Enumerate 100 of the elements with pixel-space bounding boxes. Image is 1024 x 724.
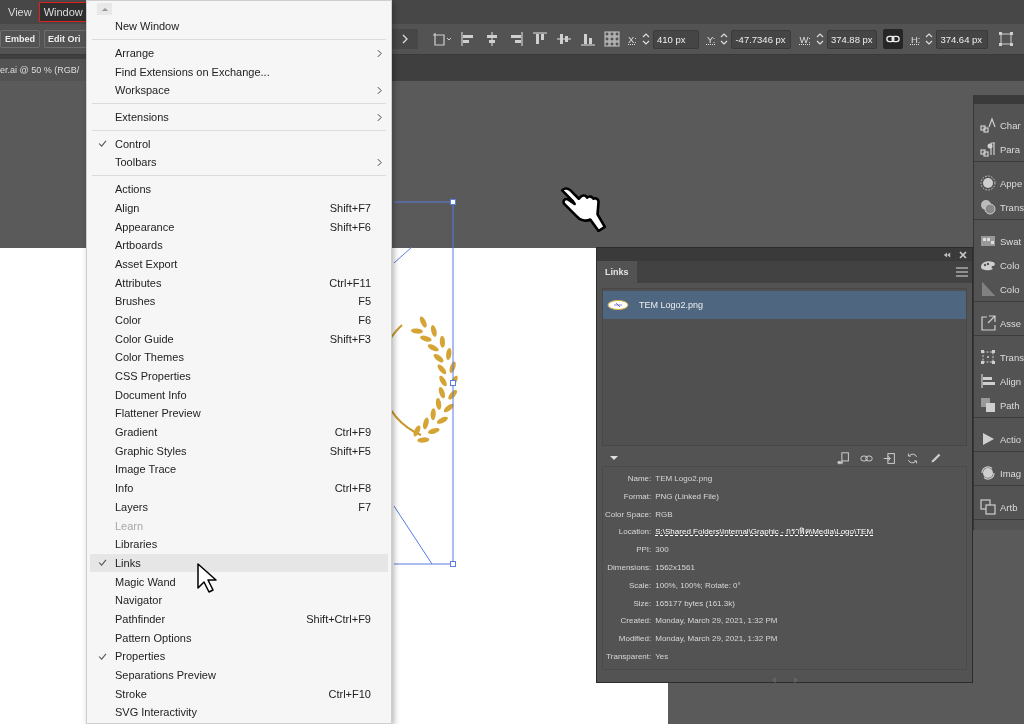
transform-box-icon bbox=[980, 349, 996, 365]
refresh-icon[interactable] bbox=[906, 451, 919, 465]
menu-item[interactable]: Info Ctrl+F8 bbox=[90, 478, 388, 498]
menu-item[interactable]: Image Trace bbox=[90, 460, 388, 479]
menu-item[interactable]: Align Shift+F7 bbox=[90, 198, 388, 218]
number-field[interactable]: 374.64 px bbox=[936, 29, 989, 49]
menu-item[interactable]: Color Guide Shift+F3 bbox=[90, 329, 388, 348]
menu-item[interactable]: Separations Preview bbox=[90, 665, 388, 685]
dotted-circle-icon bbox=[980, 175, 996, 191]
embed-button[interactable]: Embed bbox=[0, 30, 40, 48]
panel-button[interactable]: Colo bbox=[974, 253, 1024, 277]
panel-button[interactable]: Artb bbox=[974, 495, 1024, 519]
panel-tab[interactable]: Links bbox=[597, 261, 637, 283]
number-field[interactable]: 374.88 px bbox=[826, 29, 877, 49]
transform-icon[interactable] bbox=[998, 31, 1015, 47]
menu-item[interactable]: Control bbox=[90, 134, 388, 154]
menu-item[interactable]: CSS Properties bbox=[90, 366, 388, 386]
info-value: 1562x1561 bbox=[655, 562, 695, 574]
menu-item[interactable]: Flattener Preview bbox=[90, 404, 388, 423]
panel-button[interactable]: Para bbox=[974, 137, 1024, 161]
menu-item[interactable]: New Window bbox=[90, 17, 388, 36]
menu-item[interactable]: SVG Interactivity bbox=[90, 703, 388, 722]
location-link[interactable]: S:\Shared Folders\Internal\Graphic - กราฟิค\Media\Logo\TEM bbox=[655, 523, 874, 542]
document-tab[interactable]: er.ai @ 50 % (RGB/ bbox=[0, 59, 86, 81]
align-bottom-icon[interactable] bbox=[580, 31, 596, 47]
checkmark-icon bbox=[98, 140, 107, 148]
panel-button[interactable]: Swat bbox=[974, 229, 1024, 253]
menu-item[interactable]: Layers F7 bbox=[90, 497, 388, 517]
menu-item[interactable]: Attributes Ctrl+F11 bbox=[90, 273, 388, 292]
panel-button[interactable]: Path bbox=[974, 393, 1024, 417]
field-label: H: bbox=[910, 33, 921, 45]
artboard-options-icon[interactable] bbox=[432, 31, 452, 47]
distribute-grid-icon[interactable] bbox=[604, 31, 620, 47]
menu-item[interactable]: Magic Wand bbox=[90, 572, 388, 591]
panel-button[interactable]: Actio bbox=[974, 427, 1024, 451]
menu-item[interactable]: Color F6 bbox=[90, 310, 388, 330]
panel-button[interactable]: Asse bbox=[974, 311, 1024, 335]
stepper-icon[interactable] bbox=[720, 31, 729, 47]
panel-button[interactable]: Appe bbox=[974, 171, 1024, 195]
constrain-proportions-button[interactable] bbox=[882, 29, 903, 49]
info-label: Created: bbox=[619, 615, 652, 628]
menu-item[interactable]: Arrange bbox=[90, 43, 388, 63]
thumbnail-icon bbox=[607, 300, 629, 310]
menu-bar-item[interactable]: Window bbox=[38, 2, 88, 22]
align-top-icon[interactable] bbox=[532, 31, 548, 47]
play-icon bbox=[980, 431, 996, 447]
menu-icon[interactable] bbox=[956, 267, 968, 277]
menu-item[interactable]: Document Info bbox=[90, 385, 388, 405]
menu-item[interactable]: Pattern Options bbox=[90, 628, 388, 647]
artboard-field[interactable] bbox=[392, 29, 418, 49]
menu-item[interactable]: Extensions bbox=[90, 107, 388, 127]
menu-item[interactable]: Libraries bbox=[90, 534, 388, 554]
info-value: RGB bbox=[655, 508, 673, 521]
menu-item[interactable]: Color Themes bbox=[90, 348, 388, 367]
panel-button[interactable]: Colo bbox=[974, 277, 1024, 301]
number-field[interactable]: -47.7346 px bbox=[731, 29, 792, 49]
panel-button[interactable]: Trans bbox=[974, 345, 1024, 369]
menu-bar-item[interactable]: View bbox=[3, 2, 37, 22]
align-right-icon[interactable] bbox=[508, 31, 524, 47]
link-row[interactable]: TEM Logo2.png bbox=[603, 291, 966, 319]
menu-item[interactable]: Gradient Ctrl+F9 bbox=[90, 422, 388, 442]
menu-item[interactable]: Graphic Styles Shift+F5 bbox=[90, 441, 388, 461]
menu-item[interactable]: Asset Export bbox=[90, 254, 388, 274]
menu-item[interactable]: Appearance Shift+F6 bbox=[90, 217, 388, 236]
panel-button[interactable]: Trans bbox=[974, 195, 1024, 219]
go-to-link-icon[interactable] bbox=[883, 451, 896, 465]
collapse-icon[interactable] bbox=[943, 250, 951, 259]
relink-icon[interactable] bbox=[837, 451, 850, 465]
selection-box[interactable] bbox=[393, 199, 456, 567]
panel-button[interactable]: Imag bbox=[974, 461, 1024, 485]
stepper-icon[interactable] bbox=[642, 31, 650, 47]
menu-item[interactable]: Navigator bbox=[90, 590, 388, 610]
menu-item[interactable]: Links bbox=[90, 553, 388, 573]
next-icon[interactable] bbox=[791, 675, 800, 684]
menu-item[interactable]: Actions bbox=[90, 179, 388, 199]
disclosure-triangle-icon[interactable] bbox=[609, 453, 619, 463]
menu-item[interactable]: Brushes F5 bbox=[90, 291, 388, 311]
close-icon[interactable] bbox=[959, 250, 967, 259]
info-value: Monday, March 29, 2021, 1:32 PM bbox=[655, 615, 778, 628]
info-label: Transparent: bbox=[605, 650, 652, 663]
stepper-icon[interactable] bbox=[815, 31, 824, 47]
pencil-icon[interactable] bbox=[929, 451, 942, 465]
menu-item[interactable]: Find Extensions on Exchange... bbox=[90, 62, 388, 82]
info-label: Format: bbox=[622, 490, 652, 503]
panel-button[interactable]: Align bbox=[974, 369, 1024, 393]
align-middle-icon[interactable] bbox=[556, 31, 572, 47]
info-label: Size: bbox=[632, 597, 652, 610]
menu-item[interactable]: Artboards bbox=[90, 235, 388, 255]
menu-item[interactable]: Workspace bbox=[90, 81, 388, 100]
menu-item[interactable]: Toolbars bbox=[90, 153, 388, 172]
panel-button[interactable]: Char bbox=[974, 113, 1024, 137]
align-center-icon[interactable] bbox=[484, 31, 500, 47]
scroll-up-icon bbox=[100, 6, 109, 12]
info-value: Monday, March 29, 2021, 1:32 PM bbox=[655, 633, 778, 646]
stepper-icon[interactable] bbox=[925, 31, 934, 47]
align-left-icon[interactable] bbox=[460, 31, 476, 47]
menu-item[interactable]: Stroke Ctrl+F10 bbox=[90, 684, 388, 704]
menu-item[interactable]: Properties bbox=[90, 647, 388, 666]
menu-item[interactable]: Pathfinder Shift+Ctrl+F9 bbox=[90, 609, 388, 629]
number-field[interactable]: 410 px bbox=[653, 29, 699, 49]
